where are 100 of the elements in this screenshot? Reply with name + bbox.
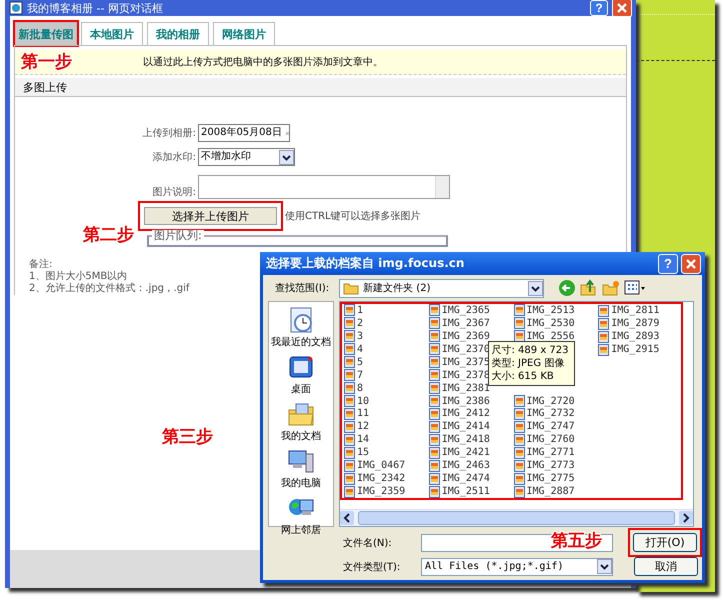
place-item[interactable]: 网上邻居 <box>281 494 321 537</box>
remark-line: 1、图片大小5MB以内 <box>29 271 128 282</box>
file-item[interactable]: 12 <box>342 420 427 434</box>
image-file-icon <box>344 382 355 394</box>
caret-icon <box>528 280 544 296</box>
file-item[interactable]: IMG_2530 <box>512 316 596 330</box>
file-item[interactable]: IMG_2879 <box>596 317 681 330</box>
section-header: 多图上传 <box>15 78 626 97</box>
hint-text: 使用CTRL键可以选择多张图片 <box>285 210 421 223</box>
tip-text: 以通过此上传方式把电脑中的多张图片添加到文章中。 <box>143 56 383 69</box>
image-file-icon <box>344 472 355 485</box>
image-file-icon <box>428 317 440 330</box>
image-file-icon <box>428 486 440 498</box>
step-label: 第五步 <box>551 531 602 551</box>
file-item[interactable]: IMG_2893 <box>596 330 681 343</box>
horizontal-scrollbar[interactable] <box>340 509 693 526</box>
place-item[interactable]: 我的电脑 <box>281 447 321 490</box>
cancel-button[interactable]: 取消 <box>634 557 698 576</box>
place-item[interactable]: 我的文档 <box>281 400 321 443</box>
file-item[interactable]: 2 <box>342 316 427 330</box>
image-file-icon <box>344 408 355 420</box>
place-item[interactable]: 桌面 <box>287 353 315 396</box>
file-item[interactable]: 14 <box>342 433 427 446</box>
file-item[interactable]: IMG_2732 <box>512 407 596 420</box>
file-item[interactable]: IMG_2773 <box>512 459 596 472</box>
image-file-icon <box>598 344 610 356</box>
back-icon[interactable] <box>558 279 576 297</box>
file-item[interactable]: IMG_2720 <box>512 394 596 408</box>
file-item[interactable]: IMG_2412 <box>426 408 512 420</box>
new-folder-icon[interactable] <box>602 279 620 297</box>
caption-field[interactable] <box>198 175 450 199</box>
file-item[interactable]: 11 <box>342 408 427 420</box>
file-item[interactable]: 3 <box>342 330 427 343</box>
image-file-icon <box>344 343 355 356</box>
open-button[interactable]: 打开(O) <box>633 533 697 552</box>
filetype-dropdown[interactable]: All Files (*.jpg;*.gif) <box>421 558 613 576</box>
image-file-icon <box>514 460 524 472</box>
file-item[interactable]: IMG_0467 <box>342 459 427 472</box>
image-file-icon <box>514 420 524 433</box>
image-file-icon <box>428 420 440 433</box>
file-item[interactable]: IMG_2359 <box>342 485 427 498</box>
file-item[interactable]: IMG_2342 <box>342 472 427 486</box>
file-item[interactable]: 4 <box>342 342 427 356</box>
file-item[interactable]: IMG_2386 <box>426 394 512 408</box>
file-item[interactable]: IMG_2418 <box>426 433 512 446</box>
folder-dropdown[interactable]: 新建文件夹 (2) <box>339 278 544 298</box>
image-file-icon <box>514 304 524 316</box>
file-item[interactable]: 15 <box>342 446 427 460</box>
place-item[interactable]: 我最近的文档 <box>271 306 331 349</box>
view-menu-icon[interactable] <box>624 279 646 297</box>
file-list[interactable] <box>339 301 694 527</box>
image-file-icon <box>344 304 355 316</box>
file-item[interactable]: IMG_2915 <box>596 343 681 356</box>
tab[interactable]: 本地图片 <box>81 22 143 45</box>
image-file-icon <box>344 317 355 330</box>
file-item[interactable]: 1 <box>342 304 427 317</box>
file-item[interactable]: IMG_2760 <box>512 433 596 446</box>
file-item[interactable]: IMG_2421 <box>426 446 512 460</box>
file-item[interactable]: 5 <box>342 356 427 369</box>
file-item[interactable]: IMG_2367 <box>426 316 512 330</box>
file-item[interactable]: 10 <box>342 394 427 408</box>
tooltip-line: 大小: 615 KB <box>492 370 555 383</box>
image-file-icon <box>428 330 440 342</box>
dropdown[interactable]: 不增加水印 <box>198 148 295 166</box>
file-item[interactable]: IMG_2463 <box>426 459 512 472</box>
image-file-icon <box>344 460 355 472</box>
file-item[interactable]: IMG_2811 <box>596 304 681 317</box>
image-file-icon <box>344 356 355 368</box>
file-item[interactable]: 7 <box>342 368 427 382</box>
file-item[interactable]: IMG_2511 <box>426 485 512 498</box>
file-item[interactable]: IMG_2771 <box>512 446 596 460</box>
filename-field[interactable] <box>421 534 613 552</box>
help-button[interactable]: ? <box>590 0 608 16</box>
help-button[interactable]: ? <box>658 254 678 274</box>
upload-button[interactable]: 选择并上传图片 <box>144 207 277 225</box>
image-file-icon <box>428 356 440 368</box>
file-item[interactable]: IMG_2414 <box>426 420 512 434</box>
file-item[interactable]: IMG_2747 <box>512 420 596 434</box>
file-item[interactable]: IMG_2474 <box>426 472 512 486</box>
image-file-icon <box>514 330 524 342</box>
file-item[interactable]: IMG_2513 <box>512 304 596 317</box>
image-file-icon <box>344 446 355 459</box>
caret-icon <box>597 559 612 574</box>
scroll-left-icon <box>340 511 354 525</box>
dropdown[interactable]: 2008年05月08日 <box>198 124 290 142</box>
image-file-icon <box>428 343 440 356</box>
file-item[interactable]: 8 <box>342 382 427 395</box>
image-file-icon <box>598 304 610 316</box>
file-item[interactable]: IMG_2365 <box>426 304 512 317</box>
window-title: 我的博客相册 -- 网页对话框 <box>27 0 163 16</box>
queue-label: 图片队列: <box>152 230 204 242</box>
field-label: 文件类型(T): <box>343 560 402 574</box>
image-file-icon <box>514 486 524 498</box>
remarks-title: 备注: <box>29 259 52 271</box>
tooltip-line: 类型: JPEG 图像 <box>492 356 566 370</box>
up-folder-icon[interactable] <box>580 279 598 297</box>
file-item[interactable]: IMG_2775 <box>512 472 596 486</box>
file-item[interactable]: IMG_2887 <box>512 485 596 498</box>
tab[interactable]: 网络图片 <box>213 22 275 45</box>
tab[interactable]: 我的相册 <box>147 22 209 45</box>
